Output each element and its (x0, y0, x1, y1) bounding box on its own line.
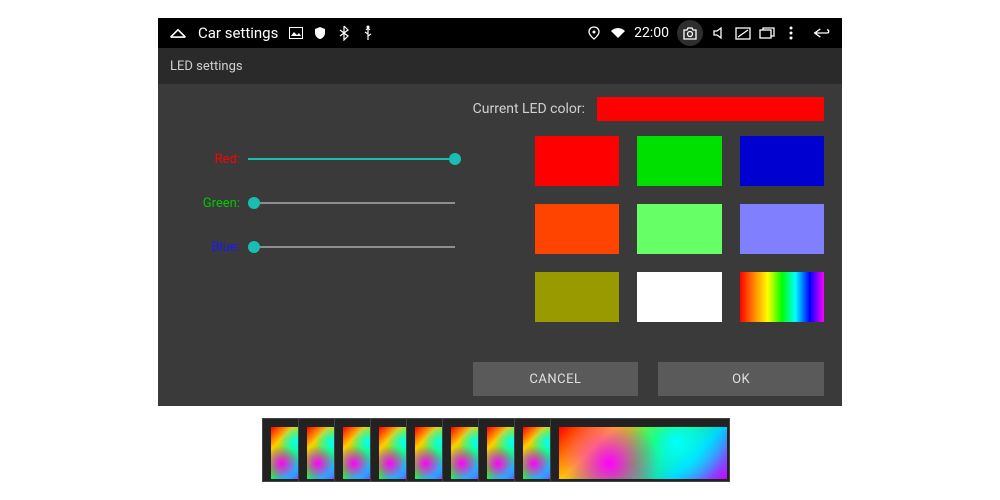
slider-blue: Blue: (186, 228, 455, 266)
swatch-red[interactable] (535, 136, 619, 186)
back-icon[interactable] (813, 24, 831, 42)
shield-icon (311, 24, 329, 42)
swatch-orange[interactable] (535, 204, 619, 254)
sliders-panel: Red: Green: Blue: (158, 84, 473, 406)
screen-off-icon[interactable] (734, 24, 752, 42)
thumbnail-strip (262, 418, 738, 488)
status-bar: Car settings 22:00 (158, 18, 842, 48)
device-screen: Car settings 22:00 (158, 18, 842, 406)
swatch-violet[interactable] (740, 204, 824, 254)
swatch-lightgreen[interactable] (637, 204, 721, 254)
swatch-grid (473, 136, 824, 322)
slider-green-label: Green: (186, 196, 248, 211)
swatch-green[interactable] (637, 136, 721, 186)
slider-blue-track[interactable] (248, 235, 455, 259)
content-area: Red: Green: Blue: (158, 84, 842, 406)
thumb-9[interactable] (550, 418, 730, 482)
swatch-rainbow[interactable] (740, 272, 824, 322)
camera-button[interactable] (677, 20, 703, 46)
usb-icon (359, 24, 377, 42)
recent-apps-icon[interactable] (758, 24, 776, 42)
slider-green-track[interactable] (248, 191, 455, 215)
clock: 22:00 (634, 25, 669, 41)
slider-green: Green: (186, 184, 455, 222)
slider-red: Red: (186, 140, 455, 178)
slider-red-label: Red: (186, 152, 248, 167)
current-color-swatch (597, 97, 824, 121)
more-icon[interactable] (782, 24, 800, 42)
cancel-button[interactable]: CANCEL (473, 362, 639, 396)
swatch-white[interactable] (637, 272, 721, 322)
location-icon (585, 24, 603, 42)
bluetooth-icon (335, 24, 353, 42)
current-color-row: Current LED color: (473, 94, 824, 124)
app-title: Car settings (198, 24, 278, 42)
image-icon (287, 24, 305, 42)
current-color-label: Current LED color: (473, 101, 585, 117)
wifi-icon (609, 24, 627, 42)
slider-blue-label: Blue: (186, 240, 248, 255)
ok-button[interactable]: OK (658, 362, 824, 396)
swatch-olive[interactable] (535, 272, 619, 322)
button-row: CANCEL OK (473, 350, 824, 396)
slider-red-track[interactable] (248, 147, 455, 171)
home-icon[interactable] (169, 24, 187, 42)
swatch-blue[interactable] (740, 136, 824, 186)
color-panel: Current LED color: CANCEL OK (473, 84, 842, 406)
page-title: LED settings (158, 48, 842, 84)
volume-icon[interactable] (710, 24, 728, 42)
app-body: LED settings Red: Green: (158, 48, 842, 406)
